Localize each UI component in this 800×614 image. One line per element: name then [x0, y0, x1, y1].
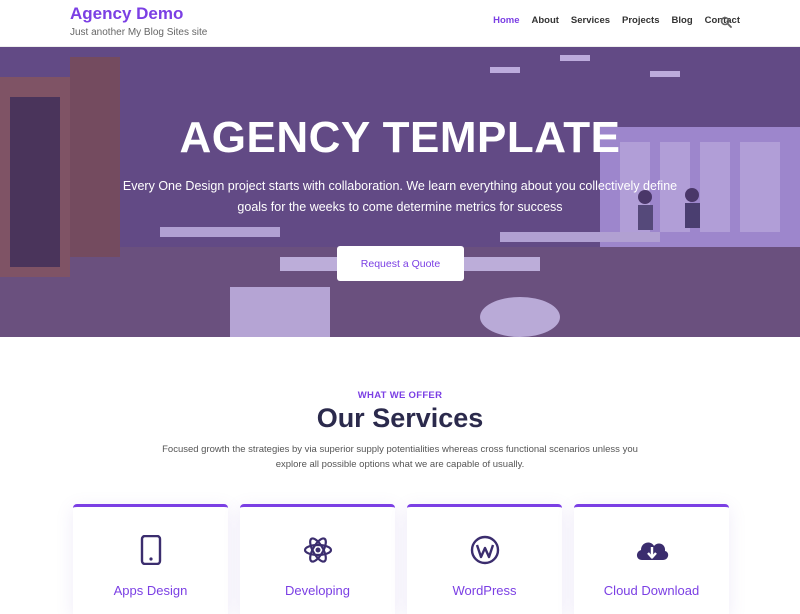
mobile-phone-icon	[140, 535, 161, 565]
site-title[interactable]: Agency Demo	[70, 4, 207, 24]
nav-item-projects[interactable]: Projects	[622, 15, 660, 26]
search-icon[interactable]	[720, 16, 732, 28]
site-header: Agency Demo Just another My Blog Sites s…	[0, 0, 800, 47]
service-card-cloud-download[interactable]: Cloud Download	[574, 504, 729, 614]
nav-item-services[interactable]: Services	[571, 15, 610, 26]
main-nav: Home About Services Projects Blog Contac…	[493, 15, 740, 26]
service-card-apps-design[interactable]: Apps Design	[73, 504, 228, 614]
service-card-title: Developing	[284, 583, 351, 598]
atom-icon	[303, 537, 332, 563]
service-card-title: Apps Design	[113, 583, 188, 598]
hero-text: Every One Design project starts with col…	[122, 179, 678, 214]
hero-section: AGENCY TEMPLATE Every One Design project…	[0, 47, 800, 337]
wordpress-icon	[470, 535, 499, 565]
hero-title: AGENCY TEMPLATE	[179, 113, 621, 162]
service-card-title: Cloud Download	[603, 583, 700, 598]
nav-item-blog[interactable]: Blog	[672, 15, 693, 26]
services-cards: Apps Design Developing WordPress Cloud D…	[73, 504, 729, 614]
services-description: Focused growth the strategies by via sup…	[162, 444, 638, 470]
service-card-developing[interactable]: Developing	[240, 504, 395, 614]
cloud-download-icon	[636, 542, 668, 560]
nav-item-about[interactable]: About	[531, 15, 558, 26]
service-card-wordpress[interactable]: WordPress	[407, 504, 562, 614]
site-tagline: Just another My Blog Sites site	[70, 27, 208, 38]
brand: Agency Demo Just another My Blog Sites s…	[70, 4, 207, 39]
services-eyebrow: WHAT WE OFFER	[357, 390, 443, 401]
nav-item-home[interactable]: Home	[493, 15, 519, 26]
service-card-title: WordPress	[452, 583, 517, 598]
request-quote-button[interactable]: Request a Quote	[337, 246, 464, 281]
services-title: Our Services	[316, 403, 484, 433]
